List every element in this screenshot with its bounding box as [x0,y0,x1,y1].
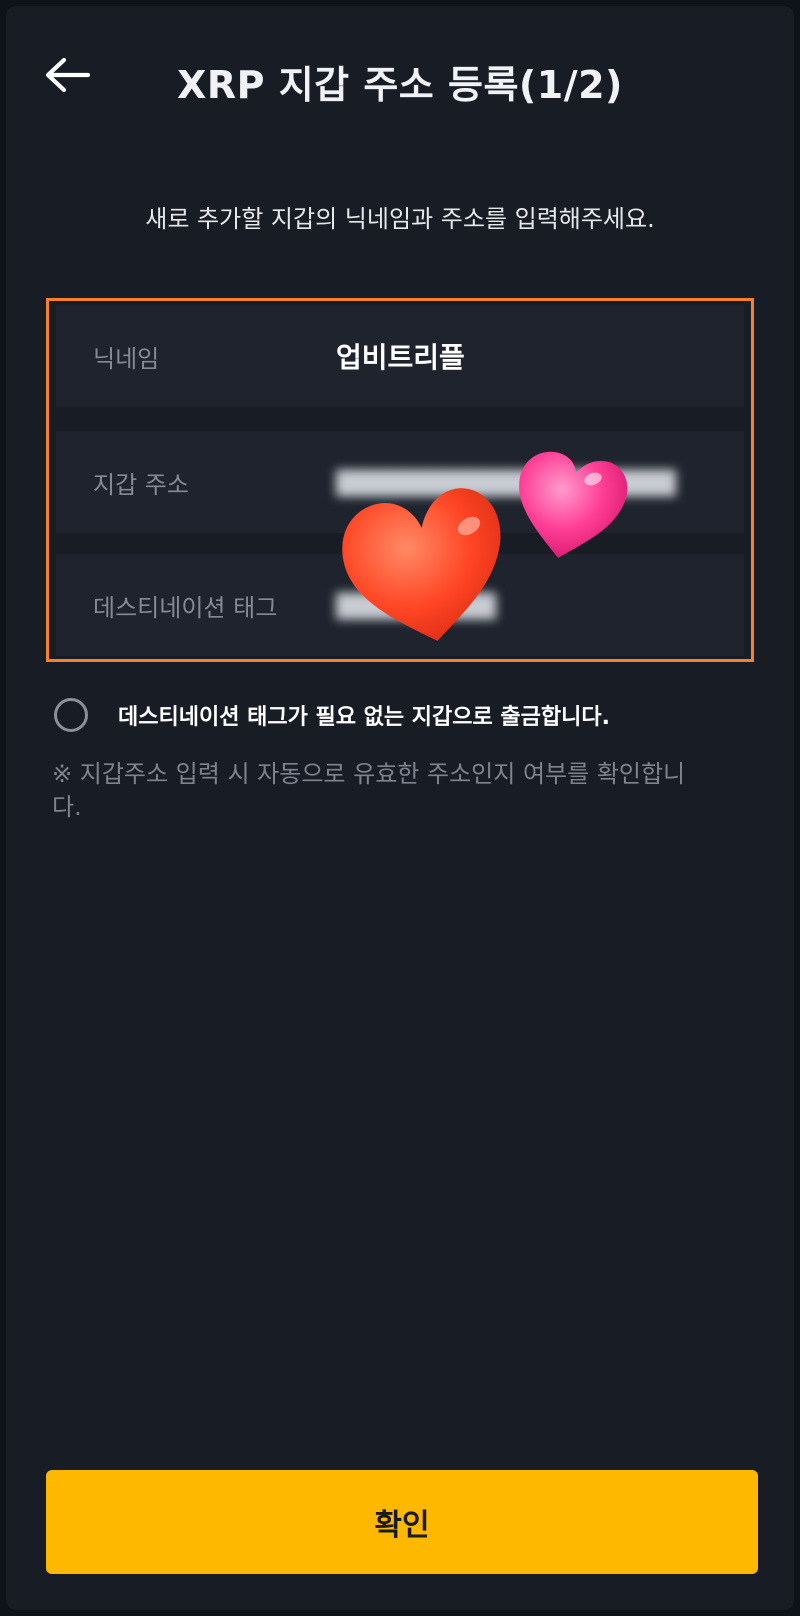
header: XRP 지갑 주소 등록(1/2) [6,24,794,129]
pink-heart-sticker-icon [519,451,628,558]
wallet-form: 닉네임 업비트리플 지갑 주소 ▇▇▇▇▇▇▇▇▇▇▇▇▇▇▇▇▇ 데스티네이션… [46,298,754,662]
no-destination-tag-option[interactable]: 데스티네이션 태그가 필요 없는 지갑으로 출금합니다. [54,693,754,737]
destination-tag-label: 데스티네이션 태그 [93,593,278,622]
radio-unchecked-icon[interactable] [54,698,88,732]
confirm-button[interactable]: 확인 [46,1470,758,1574]
no-destination-tag-label: 데스티네이션 태그가 필요 없는 지갑으로 출금합니다. [118,705,610,730]
nickname-field[interactable]: 닉네임 업비트리플 [56,305,744,407]
app-screen: XRP 지갑 주소 등록(1/2) 새로 추가할 지갑의 닉네임과 주소를 입력… [6,6,794,1610]
address-validation-note: ※ 지갑주소 입력 시 자동으로 유효한 주소인지 여부를 확인합니다. [52,760,686,821]
nickname-label: 닉네임 [93,344,160,373]
wallet-address-label: 지갑 주소 [93,470,189,499]
nickname-value: 업비트리플 [336,341,465,374]
page-title: XRP 지갑 주소 등록(1/2) [177,63,623,107]
red-heart-sticker-icon [342,488,501,641]
instruction-text: 새로 추가할 지갑의 닉네임과 주소를 입력해주세요. [145,205,655,233]
